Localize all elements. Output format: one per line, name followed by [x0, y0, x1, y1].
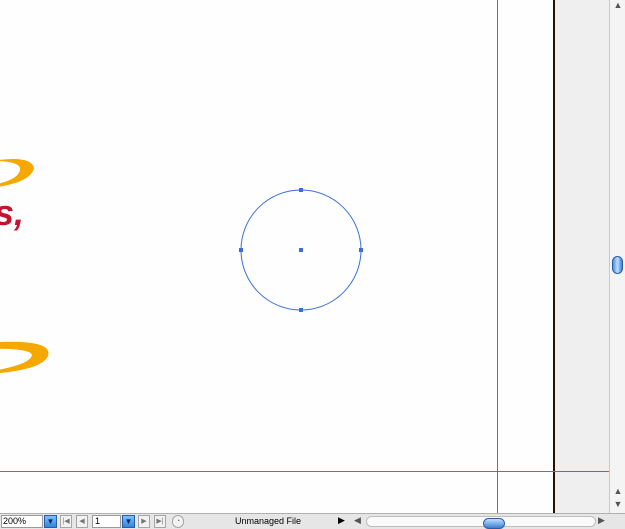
scroll-up-icon[interactable]: ▲ — [610, 0, 625, 10]
anchor-point-left — [239, 248, 243, 252]
scroll-right-icon[interactable]: ▶ — [598, 515, 605, 526]
selected-circle[interactable] — [0, 0, 609, 513]
horizontal-scroll-thumb[interactable] — [483, 518, 505, 529]
scroll-up-icon-bottom[interactable]: ▲ — [610, 486, 625, 496]
chevron-down-icon[interactable]: ▼ — [44, 515, 57, 528]
next-page-icon[interactable]: ▶ — [138, 515, 150, 528]
status-bar: 200% ▼ |◀ ◀ 1 ▼ ▶ ▶| ◔ Unmanaged File ▶ … — [0, 513, 625, 529]
page-dropdown-chevron-down-icon[interactable]: ▼ — [122, 515, 135, 528]
file-status-label[interactable]: Unmanaged File — [188, 515, 348, 528]
triangle-right-icon[interactable]: ▶ — [338, 515, 345, 526]
page-number-field[interactable]: 1 — [92, 515, 121, 528]
anchor-point-right — [359, 248, 363, 252]
scroll-left-icon[interactable]: ◀ — [354, 515, 361, 526]
last-page-icon[interactable]: ▶| — [154, 515, 166, 528]
center-point — [299, 248, 303, 252]
anchor-point-bottom — [299, 308, 303, 312]
scroll-down-icon[interactable]: ▼ — [610, 499, 625, 509]
horizontal-scroll-track[interactable] — [366, 516, 596, 529]
prev-page-icon[interactable]: ◀ — [76, 515, 88, 528]
zoom-field[interactable]: 200% — [1, 515, 43, 528]
first-page-icon[interactable]: |◀ — [60, 515, 72, 528]
vertical-scroll-thumb[interactable] — [612, 256, 623, 274]
artboard-canvas[interactable]: s, — [0, 0, 609, 513]
vertical-scrollbar[interactable]: ▲ ▲ ▼ — [609, 0, 625, 513]
clock-icon[interactable]: ◔ — [172, 515, 184, 528]
anchor-point-top — [299, 188, 303, 192]
horizontal-scrollbar[interactable]: ◀ ▶ — [352, 515, 610, 529]
